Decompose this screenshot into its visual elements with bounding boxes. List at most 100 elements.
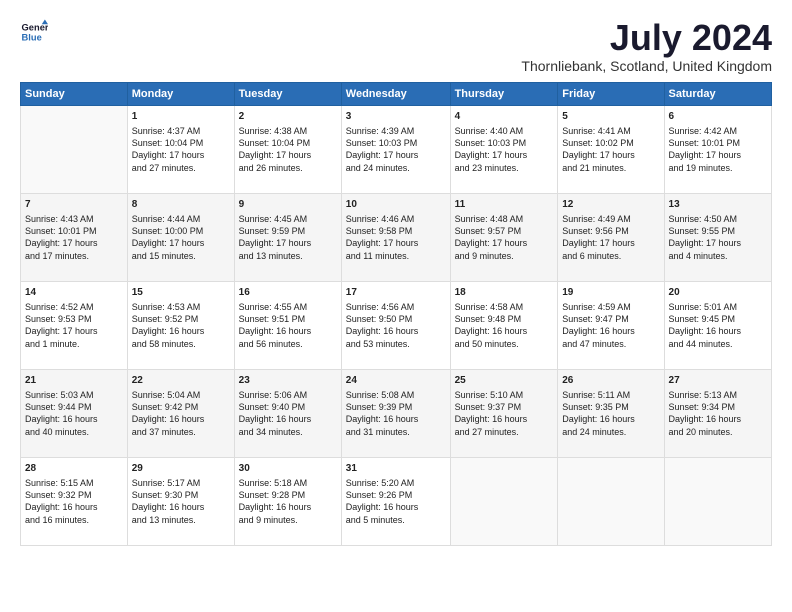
day-cell: 13Sunrise: 4:50 AM Sunset: 9:55 PM Dayli… [664, 193, 771, 281]
week-row-3: 14Sunrise: 4:52 AM Sunset: 9:53 PM Dayli… [21, 281, 772, 369]
day-cell: 10Sunrise: 4:46 AM Sunset: 9:58 PM Dayli… [341, 193, 450, 281]
day-content: Sunrise: 4:37 AM Sunset: 10:04 PM Daylig… [132, 125, 230, 174]
day-content: Sunrise: 4:49 AM Sunset: 9:56 PM Dayligh… [562, 213, 659, 262]
day-cell: 8Sunrise: 4:44 AM Sunset: 10:00 PM Dayli… [127, 193, 234, 281]
day-cell: 17Sunrise: 4:56 AM Sunset: 9:50 PM Dayli… [341, 281, 450, 369]
day-number: 11 [455, 198, 554, 212]
day-content: Sunrise: 4:40 AM Sunset: 10:03 PM Daylig… [455, 125, 554, 174]
day-number: 5 [562, 110, 659, 124]
day-cell: 25Sunrise: 5:10 AM Sunset: 9:37 PM Dayli… [450, 369, 558, 457]
day-content: Sunrise: 4:38 AM Sunset: 10:04 PM Daylig… [239, 125, 337, 174]
day-cell: 3Sunrise: 4:39 AM Sunset: 10:03 PM Dayli… [341, 105, 450, 193]
day-content: Sunrise: 4:56 AM Sunset: 9:50 PM Dayligh… [346, 301, 446, 350]
day-cell: 2Sunrise: 4:38 AM Sunset: 10:04 PM Dayli… [234, 105, 341, 193]
day-content: Sunrise: 4:46 AM Sunset: 9:58 PM Dayligh… [346, 213, 446, 262]
day-content: Sunrise: 5:17 AM Sunset: 9:30 PM Dayligh… [132, 477, 230, 526]
day-number: 2 [239, 110, 337, 124]
day-content: Sunrise: 5:10 AM Sunset: 9:37 PM Dayligh… [455, 389, 554, 438]
day-number: 12 [562, 198, 659, 212]
day-number: 23 [239, 374, 337, 388]
day-cell: 18Sunrise: 4:58 AM Sunset: 9:48 PM Dayli… [450, 281, 558, 369]
col-sunday: Sunday [21, 82, 128, 105]
day-content: Sunrise: 4:59 AM Sunset: 9:47 PM Dayligh… [562, 301, 659, 350]
day-cell: 16Sunrise: 4:55 AM Sunset: 9:51 PM Dayli… [234, 281, 341, 369]
day-content: Sunrise: 4:58 AM Sunset: 9:48 PM Dayligh… [455, 301, 554, 350]
day-number: 3 [346, 110, 446, 124]
day-content: Sunrise: 5:13 AM Sunset: 9:34 PM Dayligh… [669, 389, 767, 438]
day-number: 17 [346, 286, 446, 300]
day-cell [21, 105, 128, 193]
day-number: 15 [132, 286, 230, 300]
day-cell: 7Sunrise: 4:43 AM Sunset: 10:01 PM Dayli… [21, 193, 128, 281]
day-number: 30 [239, 462, 337, 476]
day-number: 27 [669, 374, 767, 388]
header: General Blue July 2024 Thornliebank, Sco… [20, 18, 772, 74]
day-content: Sunrise: 4:43 AM Sunset: 10:01 PM Daylig… [25, 213, 123, 262]
day-content: Sunrise: 4:45 AM Sunset: 9:59 PM Dayligh… [239, 213, 337, 262]
day-number: 6 [669, 110, 767, 124]
day-cell: 11Sunrise: 4:48 AM Sunset: 9:57 PM Dayli… [450, 193, 558, 281]
month-title: July 2024 [521, 18, 772, 58]
col-saturday: Saturday [664, 82, 771, 105]
day-cell: 26Sunrise: 5:11 AM Sunset: 9:35 PM Dayli… [558, 369, 664, 457]
day-cell: 5Sunrise: 4:41 AM Sunset: 10:02 PM Dayli… [558, 105, 664, 193]
day-number: 7 [25, 198, 123, 212]
day-cell: 31Sunrise: 5:20 AM Sunset: 9:26 PM Dayli… [341, 457, 450, 545]
day-number: 28 [25, 462, 123, 476]
header-row: Sunday Monday Tuesday Wednesday Thursday… [21, 82, 772, 105]
day-cell: 1Sunrise: 4:37 AM Sunset: 10:04 PM Dayli… [127, 105, 234, 193]
col-friday: Friday [558, 82, 664, 105]
day-content: Sunrise: 4:42 AM Sunset: 10:01 PM Daylig… [669, 125, 767, 174]
day-content: Sunrise: 5:06 AM Sunset: 9:40 PM Dayligh… [239, 389, 337, 438]
day-number: 25 [455, 374, 554, 388]
day-content: Sunrise: 5:11 AM Sunset: 9:35 PM Dayligh… [562, 389, 659, 438]
day-cell: 12Sunrise: 4:49 AM Sunset: 9:56 PM Dayli… [558, 193, 664, 281]
title-area: July 2024 Thornliebank, Scotland, United… [521, 18, 772, 74]
day-cell [558, 457, 664, 545]
day-number: 21 [25, 374, 123, 388]
day-content: Sunrise: 5:18 AM Sunset: 9:28 PM Dayligh… [239, 477, 337, 526]
col-monday: Monday [127, 82, 234, 105]
day-cell: 9Sunrise: 4:45 AM Sunset: 9:59 PM Daylig… [234, 193, 341, 281]
day-content: Sunrise: 5:20 AM Sunset: 9:26 PM Dayligh… [346, 477, 446, 526]
day-cell: 21Sunrise: 5:03 AM Sunset: 9:44 PM Dayli… [21, 369, 128, 457]
week-row-1: 1Sunrise: 4:37 AM Sunset: 10:04 PM Dayli… [21, 105, 772, 193]
day-content: Sunrise: 4:39 AM Sunset: 10:03 PM Daylig… [346, 125, 446, 174]
day-content: Sunrise: 5:01 AM Sunset: 9:45 PM Dayligh… [669, 301, 767, 350]
day-content: Sunrise: 4:50 AM Sunset: 9:55 PM Dayligh… [669, 213, 767, 262]
day-content: Sunrise: 4:52 AM Sunset: 9:53 PM Dayligh… [25, 301, 123, 350]
col-thursday: Thursday [450, 82, 558, 105]
day-cell: 27Sunrise: 5:13 AM Sunset: 9:34 PM Dayli… [664, 369, 771, 457]
day-cell: 15Sunrise: 4:53 AM Sunset: 9:52 PM Dayli… [127, 281, 234, 369]
day-cell: 22Sunrise: 5:04 AM Sunset: 9:42 PM Dayli… [127, 369, 234, 457]
day-content: Sunrise: 4:48 AM Sunset: 9:57 PM Dayligh… [455, 213, 554, 262]
svg-text:Blue: Blue [22, 33, 42, 43]
day-cell: 29Sunrise: 5:17 AM Sunset: 9:30 PM Dayli… [127, 457, 234, 545]
location: Thornliebank, Scotland, United Kingdom [521, 58, 772, 74]
day-cell: 4Sunrise: 4:40 AM Sunset: 10:03 PM Dayli… [450, 105, 558, 193]
day-content: Sunrise: 4:44 AM Sunset: 10:00 PM Daylig… [132, 213, 230, 262]
day-cell [664, 457, 771, 545]
day-content: Sunrise: 4:55 AM Sunset: 9:51 PM Dayligh… [239, 301, 337, 350]
logo-icon: General Blue [20, 18, 48, 46]
week-row-4: 21Sunrise: 5:03 AM Sunset: 9:44 PM Dayli… [21, 369, 772, 457]
day-content: Sunrise: 5:04 AM Sunset: 9:42 PM Dayligh… [132, 389, 230, 438]
day-cell [450, 457, 558, 545]
day-cell: 24Sunrise: 5:08 AM Sunset: 9:39 PM Dayli… [341, 369, 450, 457]
day-number: 14 [25, 286, 123, 300]
day-number: 18 [455, 286, 554, 300]
day-content: Sunrise: 5:03 AM Sunset: 9:44 PM Dayligh… [25, 389, 123, 438]
day-cell: 28Sunrise: 5:15 AM Sunset: 9:32 PM Dayli… [21, 457, 128, 545]
day-number: 26 [562, 374, 659, 388]
day-number: 16 [239, 286, 337, 300]
day-content: Sunrise: 5:15 AM Sunset: 9:32 PM Dayligh… [25, 477, 123, 526]
day-number: 8 [132, 198, 230, 212]
col-wednesday: Wednesday [341, 82, 450, 105]
day-number: 13 [669, 198, 767, 212]
day-cell: 14Sunrise: 4:52 AM Sunset: 9:53 PM Dayli… [21, 281, 128, 369]
day-number: 10 [346, 198, 446, 212]
day-number: 19 [562, 286, 659, 300]
day-cell: 6Sunrise: 4:42 AM Sunset: 10:01 PM Dayli… [664, 105, 771, 193]
day-number: 31 [346, 462, 446, 476]
col-tuesday: Tuesday [234, 82, 341, 105]
